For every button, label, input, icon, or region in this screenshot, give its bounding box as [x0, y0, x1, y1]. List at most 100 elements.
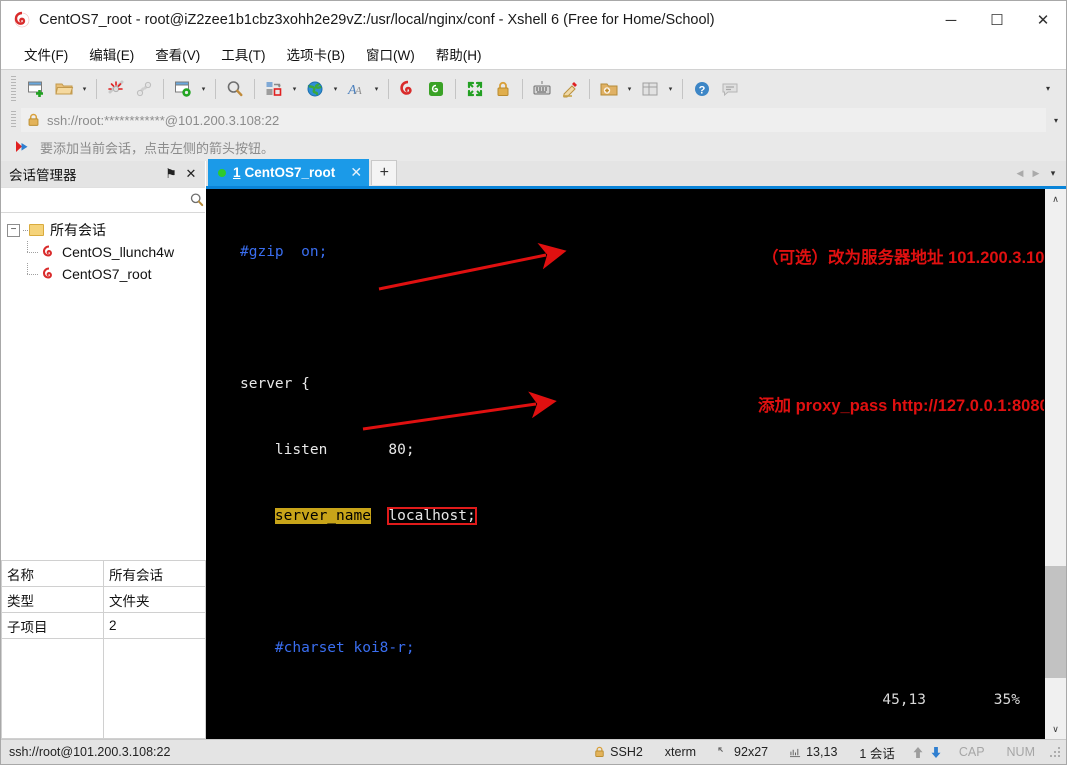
status-protocol-cell[interactable]: SSH2: [583, 740, 654, 765]
address-value: ssh://root:************@101.200.3.108:22: [47, 112, 280, 128]
font-dropdown-caret[interactable]: ▾: [370, 75, 383, 103]
tab-centos7-root[interactable]: 1 CentOS7_root ✕: [208, 159, 370, 186]
status-cursor: 13,13: [806, 745, 838, 759]
toolbar-drag-handle[interactable]: [11, 75, 16, 102]
search-highlight-server-name: server_name: [274, 508, 371, 524]
tree-branch: [25, 263, 41, 285]
layout-icon[interactable]: [636, 75, 664, 103]
reconnect-icon[interactable]: [130, 75, 158, 103]
highlight-icon[interactable]: [556, 75, 584, 103]
menu-edit[interactable]: 编辑(E): [80, 41, 143, 67]
session-search-input[interactable]: [9, 191, 189, 209]
session-properties-icon[interactable]: [169, 75, 197, 103]
web-browser-icon[interactable]: [301, 75, 329, 103]
session-item-centos-llunch4w[interactable]: CentOS_llunch4w: [1, 241, 205, 263]
tab-prev-button[interactable]: ◀: [1012, 163, 1028, 185]
maximize-button[interactable]: ☐: [974, 1, 1020, 39]
table-row[interactable]: 子项目 2: [1, 612, 206, 639]
table-row[interactable]: 名称 所有会话: [1, 560, 206, 587]
find-icon[interactable]: [221, 75, 249, 103]
menu-view[interactable]: 查看(V): [146, 41, 209, 67]
upload-arrow-icon: [912, 746, 924, 759]
xshell-icon[interactable]: [394, 75, 422, 103]
menu-tools[interactable]: 工具(T): [212, 41, 274, 67]
annotation-text-optional-server-address: （可选）改为服务器地址 101.200.3.108: [762, 249, 1044, 267]
address-bar-drag-handle[interactable]: [11, 111, 16, 129]
tab-status-dot: [218, 168, 226, 177]
status-sessions[interactable]: 1 会话: [848, 740, 905, 765]
status-size-cell[interactable]: 92x27: [707, 740, 779, 765]
transfer-file-icon[interactable]: [260, 75, 288, 103]
scroll-up-button[interactable]: ∧: [1045, 189, 1066, 209]
menu-file[interactable]: 文件(F): [15, 41, 77, 67]
toolbar-separator: [682, 78, 683, 99]
terminal-scrollbar[interactable]: ∧ ∨: [1044, 189, 1066, 739]
web-browser-dropdown-caret[interactable]: ▾: [329, 75, 342, 103]
menu-window[interactable]: 窗口(W): [357, 41, 424, 67]
address-dropdown-caret[interactable]: ▾: [1046, 116, 1066, 125]
terminal-cursor-position: 45,13: [882, 692, 926, 708]
menu-bar: 文件(F) 编辑(E) 查看(V) 工具(T) 选项卡(B) 窗口(W) 帮助(…: [1, 39, 1066, 69]
session-tree: − 所有会话 CentOS_llunch4w CentOS7_root: [1, 213, 205, 560]
open-session-dropdown-caret[interactable]: ▾: [78, 75, 91, 103]
toolbar: ▾ ▾ ▾ ▾ A A ▾ ▾ ▾ ? ▾: [1, 69, 1066, 107]
transfer-file-dropdown-caret[interactable]: ▾: [288, 75, 301, 103]
toolbar-separator: [455, 78, 456, 99]
chat-icon[interactable]: [716, 75, 744, 103]
layout-dropdown-caret[interactable]: ▾: [664, 75, 677, 103]
status-cursor-cell[interactable]: 13,13: [779, 740, 848, 765]
open-session-icon[interactable]: [50, 75, 78, 103]
tree-node-all-sessions[interactable]: − 所有会话: [1, 219, 205, 241]
tab-navigation: ◀ ▶ ▾: [1012, 161, 1066, 186]
session-properties-dropdown-caret[interactable]: ▾: [197, 75, 210, 103]
font-icon[interactable]: A A: [342, 75, 370, 103]
svg-text:?: ?: [699, 84, 706, 96]
tree-collapse-toggle[interactable]: −: [7, 223, 20, 237]
xftp-icon[interactable]: [422, 75, 450, 103]
disconnect-icon[interactable]: [102, 75, 130, 103]
tab-next-button[interactable]: ▶: [1028, 163, 1044, 185]
tab-label: CentOS7_root: [244, 165, 336, 180]
table-row-empty: [1, 638, 206, 739]
lock-icon: [27, 113, 40, 127]
scrollbar-thumb[interactable]: [1045, 566, 1066, 679]
search-icon[interactable]: [189, 192, 205, 208]
fullscreen-icon[interactable]: [461, 75, 489, 103]
session-search-bar: [1, 187, 205, 213]
menu-help[interactable]: 帮助(H): [427, 41, 491, 67]
minimize-button[interactable]: ─: [928, 1, 974, 39]
app-icon: [13, 11, 31, 29]
scrollbar-track[interactable]: [1045, 209, 1066, 719]
close-button[interactable]: ✕: [1020, 1, 1066, 39]
resize-grip[interactable]: [1048, 745, 1062, 759]
tab-list-button[interactable]: ▾: [1044, 163, 1062, 185]
keyboard-icon[interactable]: [528, 75, 556, 103]
property-key-empty: [1, 638, 104, 739]
table-row[interactable]: 类型 文件夹: [1, 586, 206, 613]
toolbar-overflow-button[interactable]: ▾: [1040, 84, 1056, 93]
arrow-to-location-block: [362, 391, 557, 431]
new-folder-icon[interactable]: [595, 75, 623, 103]
help-icon[interactable]: ?: [688, 75, 716, 103]
toolbar-separator: [522, 78, 523, 99]
pin-icon[interactable]: ⚑: [161, 164, 181, 184]
tab-close-icon[interactable]: ✕: [347, 164, 365, 182]
close-panel-icon[interactable]: ✕: [181, 164, 201, 184]
status-terminal-type[interactable]: xterm: [654, 740, 707, 765]
scroll-down-button[interactable]: ∨: [1045, 719, 1066, 739]
tab-strip: 1 CentOS7_root ✕ + ◀ ▶ ▾: [206, 159, 1066, 189]
terminal-output[interactable]: #gzip on; server { listen 80; server_nam…: [206, 189, 1044, 739]
status-protocol: SSH2: [610, 745, 643, 759]
new-tab-button[interactable]: +: [371, 160, 398, 185]
session-item-centos7-root[interactable]: CentOS7_root: [1, 263, 205, 285]
new-session-icon[interactable]: [22, 75, 50, 103]
new-folder-dropdown-caret[interactable]: ▾: [623, 75, 636, 103]
main-body: 会话管理器 ⚑ ✕ − 所有会话 CentOS_llunch4w CentOS7…: [1, 159, 1066, 739]
annotation-box-localhost: localhost;: [387, 507, 477, 525]
lock-icon[interactable]: [489, 75, 517, 103]
session-item-label: CentOS7_root: [62, 266, 152, 282]
terminal-line: #charset koi8-r;: [240, 640, 415, 656]
menu-tabs[interactable]: 选项卡(B): [278, 41, 355, 67]
address-input[interactable]: ssh://root:************@101.200.3.108:22: [21, 108, 1046, 132]
address-bar: ssh://root:************@101.200.3.108:22…: [1, 107, 1066, 133]
